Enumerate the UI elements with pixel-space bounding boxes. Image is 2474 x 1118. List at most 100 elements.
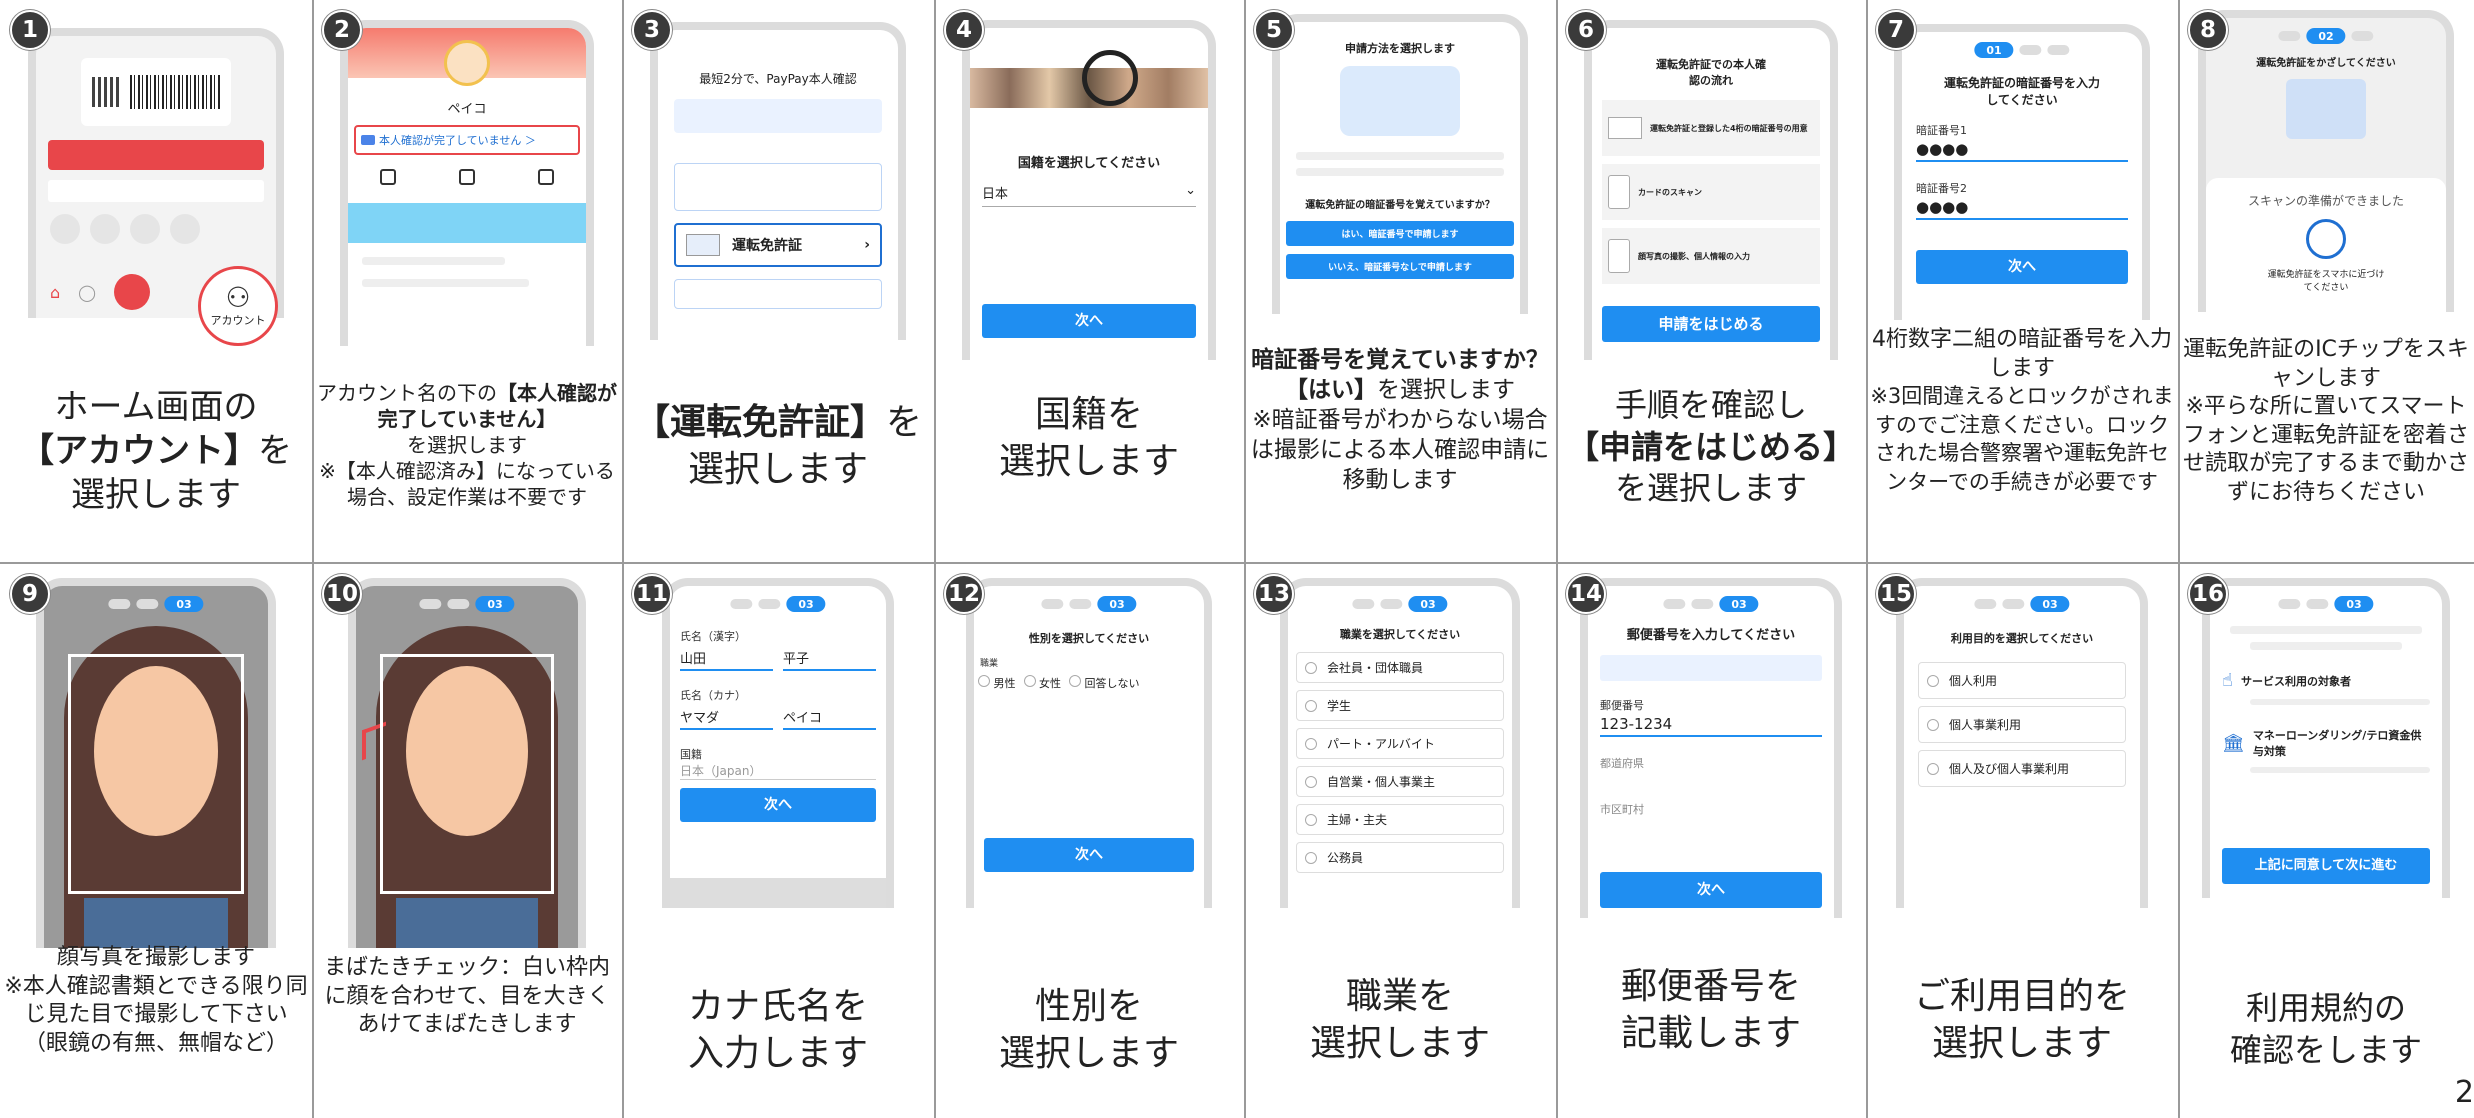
step-number: 11 <box>632 574 672 614</box>
promo-banner <box>348 203 586 243</box>
pay-button[interactable] <box>114 274 151 310</box>
caption-note: ※【本人確認済み】になっている場合、設定作業は不要です <box>319 459 615 509</box>
step-15: 15 03 利用目的を選択してください 個人利用 個人事業利用 個人及び個人事業… <box>1866 564 2178 1118</box>
terms-heading: マネーローンダリング/テロ資金供与対策 <box>2252 729 2422 758</box>
drivers-license-option[interactable]: 運転免許証 › <box>674 223 882 267</box>
next-button[interactable]: 次へ <box>1916 250 2128 284</box>
occupation-option[interactable]: 主婦・主夫 <box>1296 804 1504 835</box>
step-indicator: 03 <box>1719 596 1759 612</box>
caption-line: 性別を <box>1034 986 1143 1027</box>
step-caption: 運転免許証のICチップをスキャンします ※平らな所に置いてスマートフォンと運転免… <box>2182 336 2470 508</box>
nationality-select[interactable]: 日本 ⌄ <box>982 183 1196 207</box>
next-button[interactable]: 次へ <box>984 838 1194 872</box>
caption-line: を選択します <box>1377 376 1515 403</box>
account-button[interactable]: ⚇ アカウント <box>198 266 278 346</box>
caption-note: ※3回間違えるとロックがされますのでご注意ください。ロックされた場合警察署や運転… <box>1870 384 2174 494</box>
purpose-option[interactable]: 個人利用 <box>1918 662 2126 699</box>
pin-icon[interactable]: ◯ <box>78 283 96 302</box>
progress-dots: 03 <box>419 596 515 612</box>
phone-mockup: 最短2分で、PayPay本人確認 運転免許証 › <box>650 22 906 340</box>
gender-no-answer-radio[interactable]: 回答しない <box>1069 675 1140 691</box>
next-button[interactable]: 次へ <box>982 304 1196 338</box>
occupation-option[interactable]: 自営業・個人事業主 <box>1296 766 1504 797</box>
next-button[interactable]: 次へ <box>680 788 876 822</box>
postal-code-label: 郵便番号 <box>1600 699 1644 712</box>
caption-line: 確認をします <box>2229 1030 2422 1069</box>
kanji-first-name-input[interactable]: 平子 <box>783 646 876 671</box>
barcode-card <box>81 58 231 126</box>
postal-code-input[interactable]: 123-1234 <box>1600 713 1822 737</box>
step-number: 16 <box>2188 574 2228 614</box>
phone-mockup: 03 <box>348 578 586 948</box>
occupation-option[interactable]: 学生 <box>1296 690 1504 721</box>
progress-dots: 03 <box>2278 596 2374 612</box>
step-7: 7 01 運転免許証の暗証番号を入力してください 暗証番号1 ●●●● 暗証番号… <box>1866 0 2178 562</box>
caption-line: アカウント名の下の <box>317 381 497 405</box>
step-number: 4 <box>944 10 984 50</box>
step-caption: まばたきチェック：白い枠内に顔を合わせて、目を大きくあけてまばたきします <box>316 954 618 1040</box>
chevron-right-icon: › <box>864 237 870 253</box>
doc-option[interactable] <box>674 279 882 309</box>
next-button[interactable]: 次へ <box>1600 872 1822 908</box>
phone-mockup: 03 ☝ サービス利用の対象者 🏛 マネーローンダリング/テロ資金供与対策 上記… <box>2202 578 2450 898</box>
screen-title: 郵便番号を入力してください <box>1626 628 1796 643</box>
gender-male-radio[interactable]: 男性 <box>978 675 1016 691</box>
step-caption: 性別を 選択します <box>938 984 1240 1078</box>
step-caption: アカウント名の下の【本人確認が完了していません】 を選択します ※【本人確認済み… <box>316 380 618 510</box>
step-5: 5 申請方法を選択します 運転免許証の暗証番号を覚えていますか？ はい、暗証番号… <box>1244 0 1556 562</box>
step-caption: カナ氏名を 入力します <box>626 984 930 1078</box>
step-13: 13 03 職業を選択してください 会社員・団体職員 学生 パート・アルバイト … <box>1244 564 1556 1118</box>
yes-button[interactable]: はい、暗証番号で申請します <box>1286 221 1514 246</box>
occupation-option[interactable]: パート・アルバイト <box>1296 728 1504 759</box>
step-caption: 利用規約の 確認をします <box>2182 988 2470 1071</box>
step-12: 12 03 性別を選択してください 職業 男性 女性 回答しない 次へ 性別を … <box>934 564 1244 1118</box>
step-14: 14 03 郵便番号を入力してください 郵便番号 123-1234 都道府県 市… <box>1556 564 1866 1118</box>
nationality-select[interactable]: 日本（Japan） <box>680 762 876 780</box>
gender-options: 男性 女性 回答しない <box>978 675 1200 691</box>
avatar <box>444 40 490 86</box>
progress-dots: 03 <box>1352 596 1448 612</box>
start-application-button[interactable]: 申請をはじめる <box>1602 306 1820 342</box>
option-label: 男性 <box>993 677 1016 690</box>
step-number: 1 <box>10 10 50 50</box>
step-number: 10 <box>322 574 362 614</box>
scan-illustration <box>2286 79 2366 139</box>
prefecture-field[interactable]: 都道府県 <box>1600 755 1822 771</box>
person-icon: ⚇ <box>225 281 251 314</box>
bank-icon: 🏛 <box>2222 732 2245 754</box>
caption-line: カナ氏名を <box>687 986 868 1027</box>
caption-note: ※暗証番号がわからない場合は撮影による本人確認申請に移動します <box>1250 406 1550 493</box>
pin1-input[interactable]: ●●●● <box>1916 138 2128 162</box>
verify-banner[interactable]: 本人確認が完了していません ＞ <box>354 125 580 155</box>
purpose-list: 個人利用 個人事業利用 個人及び個人事業利用 <box>1918 662 2126 787</box>
phone-mockup: 03 職業を選択してください 会社員・団体職員 学生 パート・アルバイト 自営業… <box>1280 578 1520 908</box>
phone-mockup: 01 運転免許証の暗証番号を入力してください 暗証番号1 ●●●● 暗証番号2 … <box>1894 24 2150 320</box>
city-field[interactable]: 市区町村 <box>1600 801 1822 817</box>
kanji-name-label: 氏名（漢字） <box>680 630 746 643</box>
purpose-option[interactable]: 個人事業利用 <box>1918 706 2126 743</box>
occupation-option[interactable]: 会社員・団体職員 <box>1296 652 1504 683</box>
pin2-input[interactable]: ●●●● <box>1916 196 2128 220</box>
intro-text: 最短2分で、PayPay本人確認 <box>699 72 857 86</box>
purpose-option[interactable]: 個人及び個人事業利用 <box>1918 750 2126 787</box>
no-button[interactable]: いいえ、暗証番号なしで申請します <box>1286 254 1514 279</box>
screen-title: 運転免許証での本人確認の流れ <box>1656 58 1766 87</box>
occupation-option[interactable]: 公務員 <box>1296 842 1504 873</box>
caption-note: ※平らな所に置いてスマートフォンと運転免許証を密着させ読取が完了するまで動かさず… <box>2182 394 2469 505</box>
caption-line: 記載します <box>1620 1012 1801 1054</box>
step-number: 13 <box>1254 574 1294 614</box>
agree-and-continue-button[interactable]: 上記に同意して次に進む <box>2222 848 2430 884</box>
kana-last-name-input[interactable]: ヤマダ <box>680 705 773 730</box>
kanji-last-name-input[interactable]: 山田 <box>680 646 773 671</box>
info-box <box>674 99 882 133</box>
doc-option[interactable] <box>674 163 882 211</box>
caption-line: まばたきチェック：白い枠内に顔を合わせて、目を大きくあけてまばたきします <box>323 955 610 1038</box>
home-icon[interactable]: ⌂ <box>50 283 60 302</box>
screen-title: 申請方法を選択します <box>1345 42 1455 55</box>
gender-female-radio[interactable]: 女性 <box>1023 675 1061 691</box>
kana-first-name-input[interactable]: ペイコ <box>783 705 876 730</box>
phone-mockup: 03 郵便番号を入力してください 郵便番号 123-1234 都道府県 市区町村… <box>1580 578 1842 918</box>
step-caption: 顔写真を撮影します ※本人確認書類とできる限り同じ見た目で撮影して下さい（眼鏡の… <box>4 944 308 1058</box>
terms-heading: サービス利用の対象者 <box>2240 674 2351 688</box>
step-indicator: 03 <box>1097 596 1137 612</box>
